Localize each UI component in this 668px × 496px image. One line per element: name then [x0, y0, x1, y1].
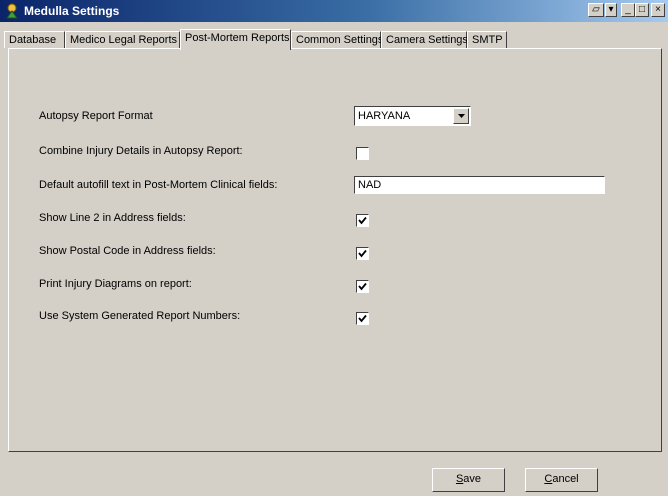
settings-window: Medulla Settings ▱ ▾ _ □ × Database Medi…	[0, 0, 668, 496]
show-line2-checkbox[interactable]	[356, 214, 369, 227]
autopsy-report-format-value: HARYANA	[358, 110, 411, 122]
default-autofill-label: Default autofill text in Post-Mortem Cli…	[39, 179, 278, 191]
combine-injury-details-label: Combine Injury Details in Autopsy Report…	[39, 145, 243, 157]
show-line2-label: Show Line 2 in Address fields:	[39, 212, 186, 224]
checkmark-icon	[358, 282, 367, 291]
restore-alt-button[interactable]: ▱	[588, 3, 604, 17]
chevron-down-icon[interactable]	[453, 108, 469, 124]
maximize-button[interactable]: □	[635, 3, 649, 17]
tab-camera-settings[interactable]: Camera Settings	[381, 31, 468, 48]
print-injury-diagrams-checkbox[interactable]	[356, 280, 369, 293]
checkmark-icon	[358, 216, 367, 225]
checkmark-icon	[358, 249, 367, 258]
print-injury-diagrams-label: Print Injury Diagrams on report:	[39, 278, 192, 290]
minimize-button[interactable]: _	[621, 3, 635, 17]
autopsy-report-format-select[interactable]: HARYANA	[354, 106, 471, 126]
cancel-button[interactable]: Cancel	[525, 468, 598, 492]
window-menu-dropdown-button[interactable]: ▾	[605, 3, 617, 17]
tab-database[interactable]: Database	[4, 31, 65, 48]
tab-common-settings[interactable]: Common Settings	[291, 31, 383, 48]
save-button[interactable]: Save	[432, 468, 505, 492]
tab-post-mortem-reports[interactable]: Post-Mortem Reports	[180, 29, 291, 50]
medulla-app-icon	[4, 3, 20, 19]
close-button[interactable]: ×	[651, 3, 665, 17]
system-report-numbers-checkbox[interactable]	[356, 312, 369, 325]
tab-medico-legal-reports[interactable]: Medico Legal Reports	[65, 31, 180, 48]
default-autofill-input[interactable]	[354, 176, 605, 194]
autopsy-report-format-label: Autopsy Report Format	[39, 110, 153, 122]
combine-injury-details-checkbox[interactable]	[356, 147, 369, 160]
system-report-numbers-label: Use System Generated Report Numbers:	[39, 310, 241, 322]
show-postal-code-checkbox[interactable]	[356, 247, 369, 260]
title-bar[interactable]: Medulla Settings ▱ ▾ _ □ ×	[0, 0, 668, 22]
checkmark-icon	[358, 314, 367, 323]
show-postal-code-label: Show Postal Code in Address fields:	[39, 245, 216, 257]
window-title: Medulla Settings	[24, 4, 120, 18]
tab-smtp[interactable]: SMTP	[467, 31, 507, 48]
